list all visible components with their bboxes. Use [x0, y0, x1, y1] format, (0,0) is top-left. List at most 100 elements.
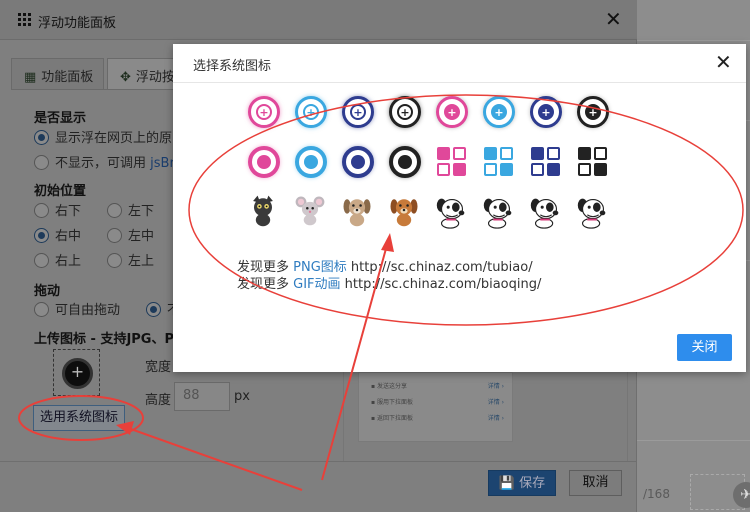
gif-animations-link[interactable]: GIF动画 — [293, 277, 340, 292]
link-prefix: 发现更多 — [237, 277, 294, 292]
upload-icon-preview[interactable] — [53, 349, 100, 396]
png-icons-link[interactable]: PNG图标 — [293, 260, 347, 275]
preview-row-text: ▪ 发送这分享 — [371, 383, 407, 390]
height-label: 高度 — [145, 393, 172, 408]
radio-top-right[interactable]: 右上 — [34, 250, 81, 269]
dog-tan-icon[interactable] — [340, 194, 376, 230]
target-ring-icon[interactable] — [340, 144, 376, 180]
ring-plus-icon[interactable]: + — [340, 94, 376, 130]
grid-icon: ▦ — [24, 70, 37, 85]
target-ring-icon[interactable] — [293, 144, 329, 180]
ring-shape: + — [483, 96, 515, 128]
radio-bottom-right[interactable]: 右下 — [34, 200, 81, 219]
ring-plus-icon[interactable]: + — [434, 94, 470, 130]
ring-shape — [248, 146, 280, 178]
png-link-line: 发现更多 PNG图标 http://sc.chinaz.com/tubiao/ — [237, 259, 541, 276]
radio-unchecked-icon — [34, 302, 49, 317]
radio-label: 右下 — [55, 204, 82, 219]
radio-unchecked-icon — [34, 203, 49, 218]
puppy-icon-graphic — [527, 192, 567, 232]
move-icon: ✥ — [120, 70, 131, 85]
ring-center-dot — [398, 155, 412, 169]
preview-row-text: ▪ 返回下拉面板 — [371, 415, 413, 422]
ring-plus-icon[interactable]: + — [528, 94, 564, 130]
height-input[interactable]: 88 — [174, 382, 230, 411]
panel-close-icon[interactable]: ✕ — [605, 8, 622, 30]
gif-link-line: 发现更多 GIF动画 http://sc.chinaz.com/biaoqing… — [237, 276, 541, 293]
save-icon: 💾 — [498, 476, 520, 491]
ring-shape: + — [248, 96, 280, 128]
plus-icon: + — [353, 106, 363, 119]
ring-shape — [295, 146, 327, 178]
ring-shape: + — [436, 96, 468, 128]
puppy-icon[interactable] — [434, 194, 470, 230]
link-prefix: 发现更多 — [237, 260, 294, 275]
mouse-icon-graphic — [292, 192, 332, 232]
dialog-header: 选择系统图标 ✕ — [173, 44, 746, 83]
png-url-link[interactable]: http://sc.chinaz.com/tubiao/ — [347, 260, 533, 275]
position-section-title: 初始位置 — [34, 184, 87, 199]
preview-row-link: 详情 › — [487, 399, 504, 406]
plus-icon: + — [306, 106, 316, 119]
panel-footer-divider — [0, 461, 637, 462]
puppy-icon[interactable] — [528, 194, 564, 230]
four-squares-shape — [484, 147, 514, 177]
radio-middle-left[interactable]: 左中 — [107, 225, 154, 244]
ring-center-dot — [257, 155, 271, 169]
dog-brown-icon[interactable] — [387, 194, 423, 230]
four-squares-shape — [578, 147, 608, 177]
target-ring-icon[interactable] — [387, 144, 423, 180]
radio-hide-floating[interactable]: 不显示，可调用 jsBr — [34, 152, 175, 171]
radio-unchecked-icon — [107, 228, 122, 243]
ring-plus-icon[interactable]: + — [387, 94, 423, 130]
save-button[interactable]: 💾 保存 — [488, 470, 556, 496]
radio-label: 左下 — [128, 204, 155, 219]
four-squares-icon[interactable] — [528, 144, 564, 180]
mouse-icon[interactable] — [293, 194, 329, 230]
grid-dots-icon — [18, 13, 31, 26]
radio-free-drag[interactable]: 可自由拖动 — [34, 299, 120, 318]
select-system-icon-button[interactable]: 选用系统图标 — [33, 405, 125, 431]
cat-icon-graphic — [245, 192, 285, 232]
jsbridge-link[interactable]: jsBr — [150, 156, 175, 171]
puppy-icon[interactable] — [481, 194, 517, 230]
radio-bottom-left[interactable]: 左下 — [107, 200, 154, 219]
radio-unchecked-icon — [107, 203, 122, 218]
show-section-title: 是否显示 — [34, 111, 87, 126]
preview-row-link: 详情 › — [487, 383, 504, 390]
plus-icon: + — [447, 106, 457, 119]
ring-plus-icon[interactable]: + — [575, 94, 611, 130]
radio-top-left[interactable]: 左上 — [107, 250, 154, 269]
radio-label: 右上 — [55, 254, 82, 269]
four-squares-icon[interactable] — [434, 144, 470, 180]
radio-show-floating[interactable]: 显示浮在网页上的原 — [34, 127, 172, 146]
ring-center-dot — [304, 155, 318, 169]
radio-middle-right[interactable]: 右中 — [34, 225, 81, 244]
target-ring-icon[interactable] — [246, 144, 282, 180]
gif-url-link[interactable]: http://sc.chinaz.com/biaoqing/ — [341, 277, 542, 292]
four-squares-icon[interactable] — [575, 144, 611, 180]
cancel-button[interactable]: 取消 — [569, 470, 622, 496]
dialog-close-icon[interactable]: ✕ — [715, 51, 732, 73]
tab-function-panel[interactable]: ▦ 功能面板 — [11, 58, 104, 90]
drag-section-title: 拖动 — [34, 284, 61, 299]
ring-shape: + — [342, 96, 374, 128]
ring-plus-icon[interactable]: + — [293, 94, 329, 130]
panel-title: 浮动功能面板 — [38, 16, 117, 31]
plus-circle-icon — [62, 358, 93, 389]
ring-shape — [342, 146, 374, 178]
width-label: 宽度 — [145, 360, 172, 375]
ring-plus-icon[interactable]: + — [481, 94, 517, 130]
ring-plus-icon[interactable]: + — [246, 94, 282, 130]
radio-label: 左中 — [128, 229, 155, 244]
cat-icon[interactable] — [246, 194, 282, 230]
dialog-close-button[interactable]: 关闭 — [677, 334, 732, 361]
ring-shape: + — [295, 96, 327, 128]
four-squares-icon[interactable] — [481, 144, 517, 180]
puppy-icon-graphic — [480, 192, 520, 232]
radio-unchecked-icon — [107, 253, 122, 268]
panel-title-bar: 浮动功能面板 ✕ — [0, 0, 637, 40]
puppy-icon[interactable] — [575, 194, 611, 230]
ring-center-dot — [351, 155, 365, 169]
plus-icon: + — [588, 106, 598, 119]
